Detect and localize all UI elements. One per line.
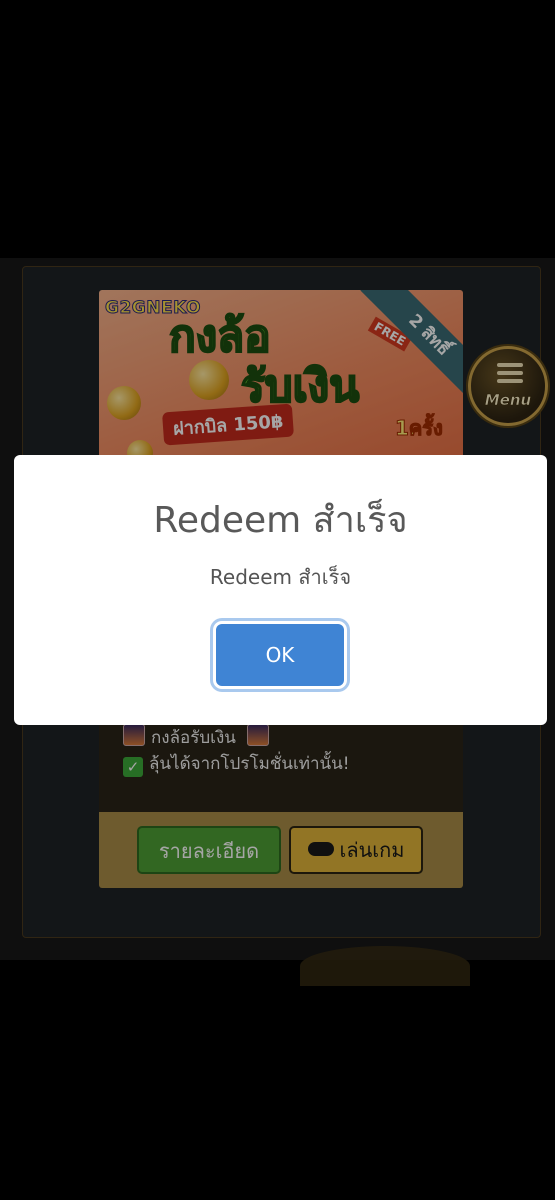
dialog-message: Redeem สำเร็จ xyxy=(209,565,352,589)
ok-button[interactable]: OK xyxy=(216,624,344,686)
dialog-title: Redeem สำเร็จ xyxy=(153,500,408,541)
success-dialog: Redeem สำเร็จ Redeem สำเร็จ OK xyxy=(14,455,547,725)
